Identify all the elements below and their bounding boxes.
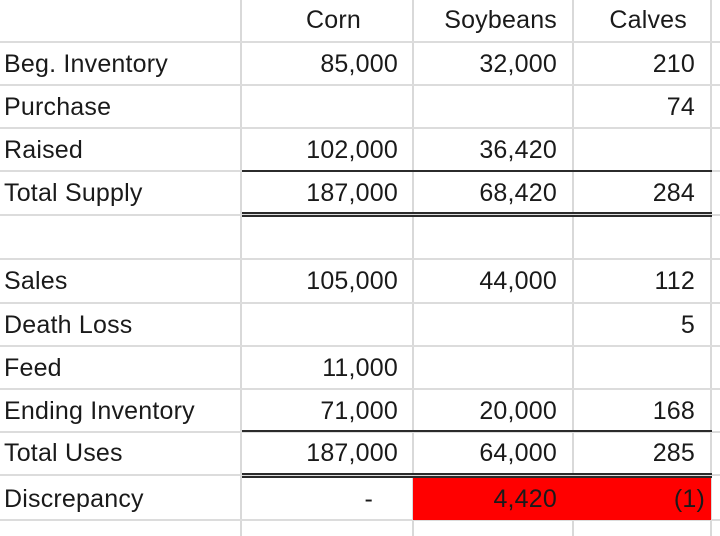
cell-corn[interactable] — [241, 217, 413, 259]
cell-calves[interactable] — [573, 217, 711, 259]
cell-soybeans[interactable]: 36,420 — [413, 129, 573, 172]
table-row-blank — [0, 217, 720, 259]
cell-calves[interactable]: 210 — [573, 43, 711, 86]
cell-soybeans[interactable] — [413, 304, 573, 347]
cell-calves[interactable]: 5 — [573, 304, 711, 347]
table-row-feed: Feed 11,000 — [0, 347, 720, 390]
cell-corn[interactable]: 102,000 — [241, 129, 413, 172]
cell-calves[interactable]: 285 — [573, 433, 711, 474]
cell-calves[interactable]: 284 — [573, 172, 711, 214]
table-row-sales: Sales 105,000 44,000 112 — [0, 260, 720, 303]
cell-corn[interactable]: 105,000 — [241, 260, 413, 303]
header-calves[interactable]: Calves — [573, 0, 711, 41]
cell-corn[interactable] — [241, 304, 413, 347]
cell-corn[interactable] — [241, 86, 413, 129]
cell-corn[interactable]: 187,000 — [241, 172, 413, 214]
row-label[interactable]: Total Supply — [4, 172, 240, 214]
cell-calves[interactable] — [573, 347, 711, 390]
row-label[interactable]: Total Uses — [4, 433, 240, 474]
table-row-raised: Raised 102,000 36,420 — [0, 129, 720, 172]
row-label[interactable]: Discrepancy — [4, 477, 240, 521]
table-row-ending-inventory: Ending Inventory 71,000 20,000 168 — [0, 390, 720, 432]
cell-soybeans[interactable]: 68,420 — [413, 172, 573, 214]
row-label[interactable]: Beg. Inventory — [4, 43, 240, 86]
row-label[interactable]: Purchase — [4, 86, 240, 129]
row-label[interactable] — [4, 217, 240, 259]
cell-corn[interactable]: 71,000 — [241, 390, 413, 432]
cell-calves[interactable] — [573, 129, 711, 172]
cell-corn[interactable]: 11,000 — [241, 347, 413, 390]
header-corn[interactable]: Corn — [241, 0, 413, 41]
table-row-purchase: Purchase 74 — [0, 86, 720, 129]
cell-calves[interactable]: 168 — [573, 390, 711, 432]
table-row-beg-inventory: Beg. Inventory 85,000 32,000 210 — [0, 43, 720, 86]
cell-soybeans[interactable]: 44,000 — [413, 260, 573, 303]
header-cell-blank[interactable] — [4, 0, 240, 41]
cell-corn[interactable]: - — [241, 477, 413, 521]
cell-calves[interactable]: 112 — [573, 260, 711, 303]
cell-soybeans[interactable] — [413, 347, 573, 390]
cell-soybeans[interactable] — [413, 217, 573, 259]
cell-corn[interactable]: 187,000 — [241, 433, 413, 474]
header-soybeans[interactable]: Soybeans — [413, 0, 573, 41]
table-row-total-uses: Total Uses 187,000 64,000 285 — [0, 433, 720, 474]
cell-calves[interactable]: (1) — [573, 477, 711, 521]
row-label[interactable]: Sales — [4, 260, 240, 303]
cell-soybeans[interactable]: 20,000 — [413, 390, 573, 432]
cell-soybeans[interactable]: 64,000 — [413, 433, 573, 474]
cell-calves[interactable]: 74 — [573, 86, 711, 129]
header-row: Corn Soybeans Calves — [0, 0, 720, 41]
cell-soybeans[interactable]: 4,420 — [413, 477, 573, 521]
table-row-discrepancy: Discrepancy - 4,420 (1) — [0, 477, 720, 521]
table-row-total-supply: Total Supply 187,000 68,420 284 — [0, 172, 720, 214]
row-label[interactable]: Ending Inventory — [4, 390, 240, 432]
cell-soybeans[interactable] — [413, 86, 573, 129]
row-label[interactable]: Raised — [4, 129, 240, 172]
cell-soybeans[interactable]: 32,000 — [413, 43, 573, 86]
row-label[interactable]: Death Loss — [4, 304, 240, 347]
table-row-death-loss: Death Loss 5 — [0, 304, 720, 347]
row-label[interactable]: Feed — [4, 347, 240, 390]
cell-corn[interactable]: 85,000 — [241, 43, 413, 86]
